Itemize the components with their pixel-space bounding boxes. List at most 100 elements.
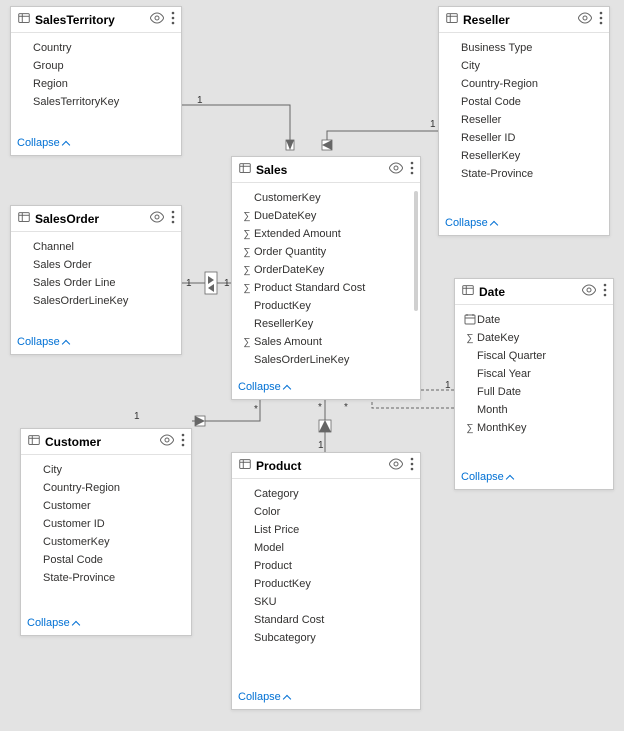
more-vertical-icon[interactable] <box>599 11 603 28</box>
more-vertical-icon[interactable] <box>181 433 185 450</box>
field-row[interactable]: ·Country-Region <box>29 479 187 497</box>
field-row[interactable]: ·ProductKey <box>240 575 416 593</box>
table-title: Product <box>256 459 388 473</box>
field-row[interactable]: ·SalesTerritoryKey <box>19 93 177 111</box>
field-row[interactable]: ·Region <box>19 75 177 93</box>
collapse-link[interactable]: Collapse <box>21 613 191 635</box>
field-row[interactable]: ·Country-Region <box>447 75 605 93</box>
eye-icon[interactable] <box>149 12 165 27</box>
eye-icon[interactable] <box>577 12 593 27</box>
table-header[interactable]: Customer <box>21 429 191 455</box>
eye-icon[interactable] <box>581 284 597 299</box>
field-row[interactable]: ·Sales Order Line <box>19 274 177 292</box>
table-header[interactable]: SalesOrder <box>11 206 181 232</box>
table-card-customer[interactable]: Customer·City·Country-Region·Customer·Cu… <box>20 428 192 636</box>
table-header[interactable]: Sales <box>232 157 420 183</box>
field-row[interactable]: ·State-Province <box>29 569 187 587</box>
table-title: Reseller <box>463 13 577 27</box>
scrollbar[interactable] <box>414 191 418 311</box>
table-title: Sales <box>256 163 388 177</box>
field-row[interactable]: ·Business Type <box>447 39 605 57</box>
field-row[interactable]: ·Customer <box>29 497 187 515</box>
collapse-link[interactable]: Collapse <box>232 377 420 399</box>
field-row[interactable]: ·Sales Order <box>19 256 177 274</box>
field-row[interactable]: ·Customer ID <box>29 515 187 533</box>
collapse-link[interactable]: Collapse <box>455 467 613 489</box>
blank-icon: · <box>240 597 254 608</box>
field-row[interactable]: ·Postal Code <box>29 551 187 569</box>
field-row[interactable]: ·Reseller <box>447 111 605 129</box>
more-vertical-icon[interactable] <box>410 161 414 178</box>
field-row[interactable]: ·City <box>29 461 187 479</box>
field-row[interactable]: ∑Order Quantity <box>240 243 416 261</box>
field-row[interactable]: ·Fiscal Year <box>463 365 609 383</box>
field-row[interactable]: ·Subcategory <box>240 629 416 647</box>
field-row[interactable]: ∑Extended Amount <box>240 225 416 243</box>
field-label: Standard Cost <box>254 614 324 626</box>
field-row[interactable]: ·Product <box>240 557 416 575</box>
eye-icon[interactable] <box>149 211 165 226</box>
more-vertical-icon[interactable] <box>603 283 607 300</box>
model-diagram-canvas[interactable]: 1 * 1 * 1 1 1 * 1 * 1 * SalesTerritory·C… <box>0 0 624 731</box>
table-card-product[interactable]: Product·Category·Color·List Price·Model·… <box>231 452 421 710</box>
field-row[interactable]: ·City <box>447 57 605 75</box>
collapse-label: Collapse <box>17 137 60 149</box>
field-label: Region <box>33 78 68 90</box>
field-row[interactable]: ·Color <box>240 503 416 521</box>
field-row[interactable]: ·State-Province <box>447 165 605 183</box>
field-row[interactable]: ·ResellerKey <box>447 147 605 165</box>
table-card-date[interactable]: DateDate∑DateKey·Fiscal Quarter·Fiscal Y… <box>454 278 614 490</box>
field-row[interactable]: ·ProductKey <box>240 297 416 315</box>
more-vertical-icon[interactable] <box>410 457 414 474</box>
field-row[interactable]: ∑Product Standard Cost <box>240 279 416 297</box>
field-row[interactable]: Date <box>463 311 609 329</box>
table-header[interactable]: Reseller <box>439 7 609 33</box>
more-vertical-icon[interactable] <box>171 210 175 227</box>
eye-icon[interactable] <box>388 162 404 177</box>
field-row[interactable]: ·Category <box>240 485 416 503</box>
field-row[interactable]: ·Country <box>19 39 177 57</box>
field-label: Country-Region <box>461 78 538 90</box>
table-icon <box>445 11 459 28</box>
field-row[interactable]: ·Channel <box>19 238 177 256</box>
field-row[interactable]: ·SKU <box>240 593 416 611</box>
field-row[interactable]: ·CustomerKey <box>240 189 416 207</box>
blank-icon: · <box>29 465 43 476</box>
blank-icon: · <box>29 555 43 566</box>
field-row[interactable]: ·SalesOrderLineKey <box>240 351 416 369</box>
table-card-reseller[interactable]: Reseller ·Business Type·City·Country-Regi… <box>438 6 610 236</box>
field-row[interactable]: ∑DateKey <box>463 329 609 347</box>
field-row[interactable]: ∑DueDateKey <box>240 207 416 225</box>
field-row[interactable]: ∑Sales Amount <box>240 333 416 351</box>
field-row[interactable]: ·Fiscal Quarter <box>463 347 609 365</box>
collapse-link[interactable]: Collapse <box>232 687 420 709</box>
more-vertical-icon[interactable] <box>171 11 175 28</box>
field-row[interactable]: ·Model <box>240 539 416 557</box>
table-header[interactable]: SalesTerritory <box>11 7 181 33</box>
field-row[interactable]: ·CustomerKey <box>29 533 187 551</box>
field-row[interactable]: ·Month <box>463 401 609 419</box>
collapse-link[interactable]: Collapse <box>11 332 181 354</box>
table-card-sales[interactable]: Sales ·CustomerKey∑DueDateKey∑Extended Am… <box>231 156 421 400</box>
collapse-link[interactable]: Collapse <box>11 133 181 155</box>
eye-icon[interactable] <box>388 458 404 473</box>
table-card-salesterritory[interactable]: SalesTerritory ·Country·Group·Region·Sale… <box>10 6 182 156</box>
field-row[interactable]: ∑OrderDateKey <box>240 261 416 279</box>
field-row[interactable]: ·Standard Cost <box>240 611 416 629</box>
blank-icon: · <box>19 296 33 307</box>
table-header[interactable]: Product <box>232 453 420 479</box>
field-row[interactable]: ·SalesOrderLineKey <box>19 292 177 310</box>
field-row[interactable]: ·Group <box>19 57 177 75</box>
field-row[interactable]: ·Reseller ID <box>447 129 605 147</box>
field-label: Postal Code <box>43 554 103 566</box>
field-row[interactable]: ·ResellerKey <box>240 315 416 333</box>
collapse-link[interactable]: Collapse <box>439 213 609 235</box>
table-card-salesorder[interactable]: SalesOrder ·Channel·Sales Order·Sales Ord… <box>10 205 182 355</box>
field-row[interactable]: ·Postal Code <box>447 93 605 111</box>
table-fields: ·Business Type·City·Country-Region·Posta… <box>439 33 609 213</box>
table-header[interactable]: Date <box>455 279 613 305</box>
field-row[interactable]: ∑MonthKey <box>463 419 609 437</box>
field-row[interactable]: ·Full Date <box>463 383 609 401</box>
eye-icon[interactable] <box>159 434 175 449</box>
field-row[interactable]: ·List Price <box>240 521 416 539</box>
